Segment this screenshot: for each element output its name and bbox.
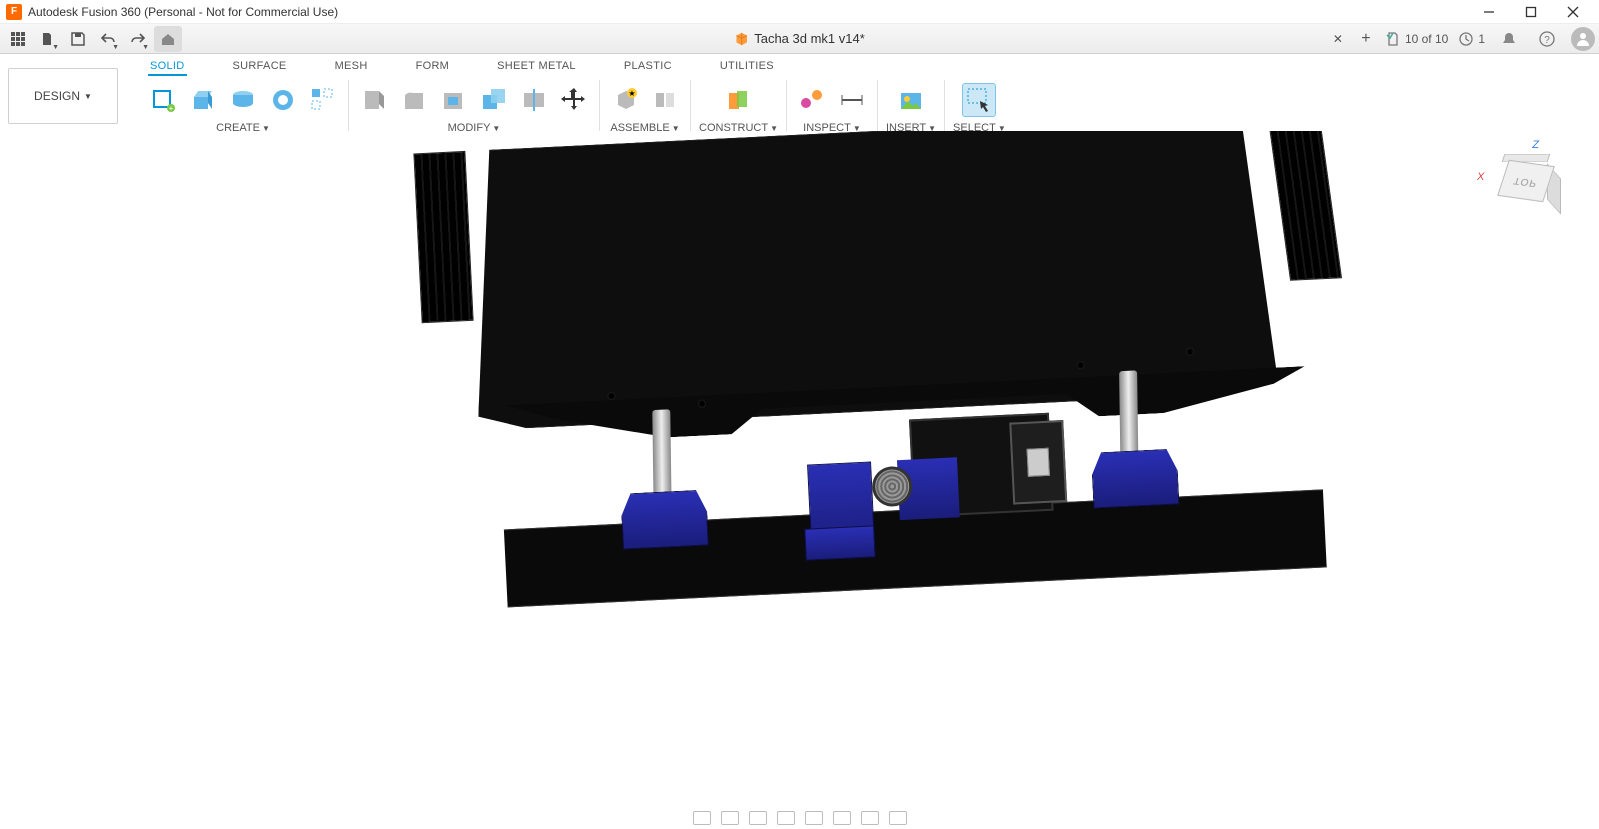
svg-text:+: + [169, 104, 174, 113]
move-icon[interactable] [557, 83, 591, 117]
viewcube[interactable]: Z X TOP [1489, 141, 1569, 221]
document-tab[interactable]: Tacha 3d mk1 v14* [734, 31, 865, 46]
maximize-button[interactable] [1519, 0, 1543, 24]
press-pull-icon[interactable] [357, 83, 391, 117]
save-status[interactable]: 10 of 10 [1385, 31, 1448, 47]
axis-x-label: X [1477, 171, 1484, 183]
insert-icon[interactable] [894, 83, 928, 117]
zoom-button[interactable] [777, 811, 795, 825]
recovery-status[interactable]: 1 [1458, 31, 1485, 47]
help-button[interactable]: ? [1533, 26, 1561, 52]
notifications-button[interactable] [1495, 26, 1523, 52]
display-settings-button[interactable] [833, 811, 851, 825]
viewport-button[interactable] [889, 811, 907, 825]
pan-button[interactable] [749, 811, 767, 825]
window-controls [1477, 0, 1593, 24]
tab-surface[interactable]: SURFACE [231, 58, 289, 76]
data-panel-button[interactable] [4, 26, 32, 52]
tab-solid[interactable]: SOLID [148, 58, 187, 76]
title-bar: F Autodesk Fusion 360 (Personal - Not fo… [0, 0, 1599, 24]
workspace-switcher[interactable]: DESIGN▼ [8, 68, 118, 124]
qa-right: ✕ + 10 of 10 1 ? [1329, 26, 1595, 52]
save-status-text: 10 of 10 [1405, 32, 1448, 46]
combine-icon[interactable] [477, 83, 511, 117]
tab-utilities[interactable]: UTILITIES [718, 58, 776, 76]
save-button[interactable] [64, 26, 92, 52]
ribbon-tabs: SOLID SURFACE MESH FORM SHEET METAL PLAS… [126, 54, 1599, 76]
revolve-icon[interactable] [226, 83, 260, 117]
plane-icon[interactable] [721, 83, 755, 117]
tab-plastic[interactable]: PLASTIC [622, 58, 674, 76]
grid-settings-button[interactable] [861, 811, 879, 825]
group-select: SELECT▼ [945, 80, 1014, 134]
viewport-canvas[interactable]: Z X TOP [0, 131, 1599, 829]
group-create: + CREATE▼ [138, 80, 349, 134]
ribbon-main: SOLID SURFACE MESH FORM SHEET METAL PLAS… [126, 54, 1599, 138]
group-insert: INSERT▼ [878, 80, 945, 134]
file-menu-button[interactable]: ▼ [34, 26, 62, 52]
svg-text:?: ? [1544, 35, 1550, 46]
ribbon-tools: + CREATE▼ MODIFY▼ [126, 76, 1599, 138]
joint-icon[interactable] [648, 83, 682, 117]
save-status-icon [1385, 31, 1401, 47]
orbit-button[interactable] [693, 811, 711, 825]
group-construct: CONSTRUCT▼ [691, 80, 787, 134]
measure-icon[interactable] [795, 83, 829, 117]
group-assemble: ★ ASSEMBLE▼ [600, 80, 691, 134]
home-button[interactable] [154, 26, 182, 52]
extrude-icon[interactable] [186, 83, 220, 117]
dimension-icon[interactable] [835, 83, 869, 117]
close-button[interactable] [1561, 0, 1585, 24]
split-icon[interactable] [517, 83, 551, 117]
fit-button[interactable] [805, 811, 823, 825]
quick-access-bar: ▼ ▼ ▼ Tacha 3d mk1 v14* ✕ + 10 of 10 1 ? [0, 24, 1599, 54]
model-render [405, 131, 1354, 773]
redo-button[interactable]: ▼ [124, 26, 152, 52]
workspace-label: DESIGN [34, 89, 80, 103]
app-icon: F [6, 4, 22, 20]
tab-form[interactable]: FORM [414, 58, 452, 76]
shell-icon[interactable] [437, 83, 471, 117]
svg-text:★: ★ [628, 89, 635, 98]
group-modify: MODIFY▼ [349, 80, 600, 134]
window-title: Autodesk Fusion 360 (Personal - Not for … [28, 5, 338, 19]
axis-z-label: Z [1532, 139, 1539, 151]
group-inspect: INSPECT▼ [787, 80, 878, 134]
document-icon [734, 32, 748, 46]
fillet-icon[interactable] [397, 83, 431, 117]
document-name: Tacha 3d mk1 v14* [754, 31, 865, 46]
sketch-icon[interactable]: + [146, 83, 180, 117]
close-tab-button[interactable]: ✕ [1329, 26, 1347, 52]
minimize-button[interactable] [1477, 0, 1501, 24]
tab-mesh[interactable]: MESH [333, 58, 370, 76]
new-tab-button[interactable]: + [1357, 26, 1375, 52]
tab-sheet-metal[interactable]: SHEET METAL [495, 58, 578, 76]
sweep-icon[interactable] [266, 83, 300, 117]
qa-left: ▼ ▼ ▼ [4, 26, 182, 52]
recovery-status-text: 1 [1478, 32, 1485, 46]
pattern-icon[interactable] [306, 83, 340, 117]
clock-icon [1458, 31, 1474, 47]
navigation-bar [693, 811, 907, 825]
ribbon: DESIGN▼ SOLID SURFACE MESH FORM SHEET ME… [0, 54, 1599, 139]
profile-avatar[interactable] [1571, 27, 1595, 51]
undo-button[interactable]: ▼ [94, 26, 122, 52]
select-icon[interactable] [962, 83, 996, 117]
new-component-icon[interactable]: ★ [608, 83, 642, 117]
look-at-button[interactable] [721, 811, 739, 825]
